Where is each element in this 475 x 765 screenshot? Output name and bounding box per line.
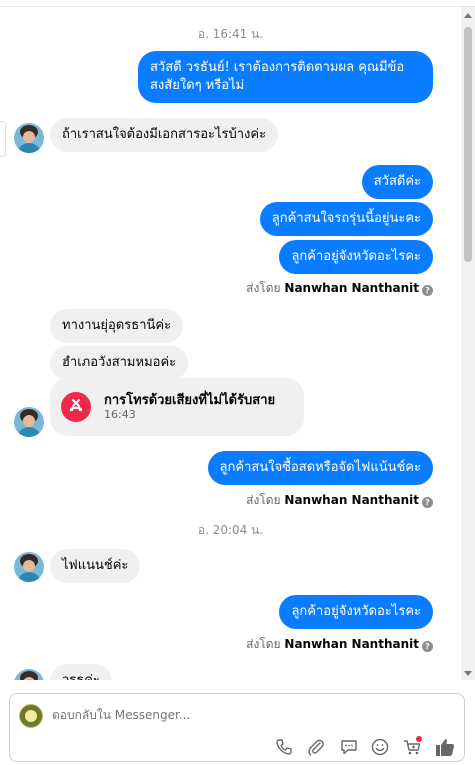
sent-by-name: Nanwhan Nanthanit [284, 493, 419, 507]
scrollbar-thumb[interactable] [464, 27, 472, 262]
message-text: สวัสดี วรธันย์! เราต้องการติดตามผล คุณมี… [150, 60, 405, 75]
outgoing-message[interactable]: สวัสดี วรธันย์! เราต้องการติดตามผล คุณมี… [138, 51, 433, 103]
top-border [0, 0, 475, 7]
cart-button[interactable] [402, 736, 422, 757]
missed-call-card[interactable]: การโทรด้วยเสียงที่ไม่ได้รับสาย 16:43 [50, 378, 304, 436]
sent-by-prefix: ส่งโดย [246, 637, 281, 651]
timestamp: อ. 16:41 น. [197, 27, 264, 41]
avatar[interactable] [14, 552, 44, 582]
info-icon[interactable]: ? [422, 497, 433, 508]
emoji-icon[interactable] [370, 737, 390, 757]
sent-by-label: ส่งโดย Nanwhan Nanthanit? [246, 279, 433, 298]
sent-by-name: Nanwhan Nanthanit [284, 281, 419, 295]
incoming-message[interactable]: ฮำเภอวังสามหมอค่ะ [50, 346, 189, 380]
notification-dot [416, 736, 422, 742]
sent-by-label: ส่งโดย Nanwhan Nanthanit? [246, 635, 433, 654]
info-icon[interactable]: ? [422, 285, 433, 296]
avatar[interactable] [14, 123, 44, 153]
avatar[interactable] [14, 669, 44, 680]
avatar[interactable] [14, 407, 44, 437]
sent-by-prefix: ส่งโดย [246, 493, 281, 507]
paperclip-icon[interactable] [306, 737, 326, 757]
sent-by-label: ส่งโดย Nanwhan Nanthanit? [246, 491, 433, 510]
scrollbar[interactable] [461, 7, 475, 680]
missed-call-title: การโทรด้วยเสียงที่ไม่ได้รับสาย [104, 393, 276, 408]
scroll-down-arrow[interactable] [464, 671, 472, 676]
incoming-message[interactable]: ไฟแนนช์ค่ะ [50, 549, 141, 583]
sent-by-prefix: ส่งโดย [246, 281, 281, 295]
missed-call-icon [61, 392, 91, 422]
scroll-up-arrow[interactable] [464, 13, 472, 18]
page-avatar [19, 704, 43, 728]
composer [9, 693, 465, 762]
sent-by-name: Nanwhan Nanthanit [284, 637, 419, 651]
info-icon[interactable]: ? [422, 641, 433, 652]
missed-call-time: 16:43 [104, 408, 136, 421]
message-text: สงสัยใดๆ หรือไม่ [150, 78, 245, 93]
incoming-message[interactable]: ทางานยุ่อุดรธานีค่ะ [50, 309, 184, 343]
thumbs-up-icon[interactable] [434, 736, 456, 758]
incoming-message[interactable]: ถ้าเราสนใจต้องมีเอกสารอะไรบ้างค่ะ [50, 118, 279, 152]
timestamp: อ. 20:04 น. [197, 523, 264, 537]
outgoing-message[interactable]: ลูกค้าสนใจซื้อสดหรือจัดไฟแน้นช์คะ [207, 451, 433, 485]
reply-input[interactable] [52, 708, 352, 722]
outgoing-message[interactable]: สวัสดีค่ะ [361, 165, 433, 199]
outgoing-message[interactable]: ลูกค้าสนใจรถรุ่นนี้อยู่นะคะ [259, 202, 433, 236]
outgoing-message[interactable]: ลูกค้าอยู่จังหวัดอะไรคะ [279, 240, 433, 274]
chat-icon[interactable] [339, 737, 359, 757]
outgoing-message[interactable]: ลูกค้าอยู่จังหวัดอะไรคะ [279, 595, 433, 629]
phone-icon[interactable] [274, 737, 294, 757]
incoming-message[interactable]: วรธค่ะ [50, 664, 112, 680]
message-thread[interactable]: อ. 16:41 น. สวัสดี วรธันย์! เราต้องการติ… [0, 7, 461, 680]
